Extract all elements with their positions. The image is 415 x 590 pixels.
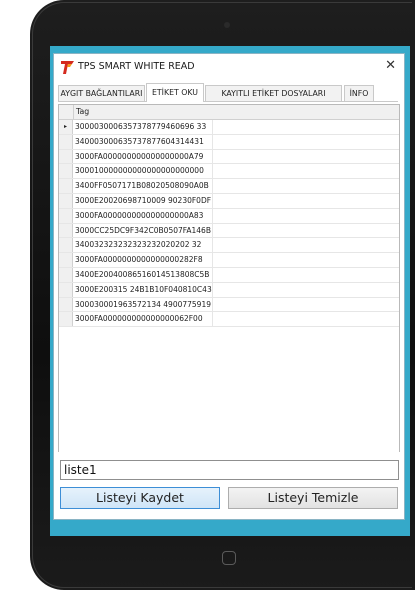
tag-cell[interactable]: 3000CC25DC9F342C0B0507FA146B [75, 224, 211, 238]
row-header[interactable] [59, 282, 73, 297]
row-header[interactable] [59, 179, 73, 193]
table-row[interactable]: 3000FA000000000000000000A79 [59, 149, 399, 165]
grid-header-row: Tag [59, 105, 399, 120]
table-row[interactable]: 3000E200315 24B1B10F040810C43 [59, 282, 399, 298]
table-row[interactable]: 300030001963572134 4900775919 [59, 297, 399, 313]
tab-bar: AYGIT BAĞLANTILARI ETİKET OKU KAYITLI ET… [58, 83, 398, 102]
tag-grid[interactable]: Tag ▸ 3000030006357378779460696 33 3400030… [58, 104, 400, 506]
tab-info[interactable]: İNFO [344, 85, 374, 101]
row-header[interactable] [59, 297, 73, 312]
clear-list-button[interactable]: Listeyi Temizle [228, 487, 398, 509]
bottom-panel: liste1 Listeyi Kaydet Listeyi Temizle [54, 452, 404, 519]
tag-cell[interactable]: 3000FA000000000000000062F00 [75, 312, 203, 326]
table-row[interactable]: 340032323232323232020202 32 [59, 238, 399, 254]
tab-etiket-oku[interactable]: ETİKET OKU [146, 83, 204, 102]
row-header[interactable] [59, 134, 73, 149]
row-header[interactable] [59, 268, 73, 282]
table-row[interactable]: 3000FA0000000000000000282F8 [59, 253, 399, 268]
window-title: TPS SMART WHITE READ [78, 61, 195, 72]
row-header[interactable] [59, 208, 73, 223]
close-icon[interactable]: ✕ [385, 58, 396, 74]
table-row[interactable]: 3000FA000000000000000062F00 [59, 312, 399, 328]
tag-cell[interactable]: 300010000000000000000000000 [75, 164, 204, 178]
tps-logo-icon [61, 61, 74, 74]
column-header-tag[interactable]: Tag [73, 105, 89, 119]
row-header[interactable] [59, 223, 73, 238]
tag-cell[interactable]: 3000FA000000000000000000A83 [75, 209, 203, 223]
save-list-button[interactable]: Listeyi Kaydet [60, 487, 220, 509]
tag-cell[interactable]: 3000FA0000000000000000282F8 [75, 253, 203, 267]
row-header[interactable] [59, 238, 73, 253]
row-header[interactable] [59, 149, 73, 164]
table-row[interactable]: 3000FA000000000000000000A83 [59, 208, 399, 224]
tag-cell[interactable]: 3400FF0507171B08020508090A0B [75, 179, 209, 193]
row-header[interactable] [59, 164, 73, 179]
tag-cell[interactable]: 3400E20040086516014513808C5B [75, 268, 209, 282]
front-camera [224, 22, 230, 28]
list-name-input[interactable]: liste1 [60, 460, 399, 480]
table-row[interactable]: 300010000000000000000000000 [59, 164, 399, 180]
row-header[interactable] [59, 253, 73, 267]
table-row[interactable]: 3000E20020698710009 90230F0DF [59, 194, 399, 209]
home-button-icon[interactable] [222, 551, 236, 565]
tag-cell[interactable]: 3000E20020698710009 90230F0DF [75, 194, 211, 208]
tag-cell[interactable]: 340003000635737877604314431 [75, 135, 204, 149]
table-row[interactable]: 3000CC25DC9F342C0B0507FA146B [59, 223, 399, 239]
row-header[interactable]: ▸ [59, 120, 73, 134]
table-row[interactable]: 3400FF0507171B08020508090A0B [59, 179, 399, 194]
tab-aygit-baglantilari[interactable]: AYGIT BAĞLANTILARI [58, 85, 145, 101]
tag-cell[interactable]: 3000E200315 24B1B10F040810C43 [75, 283, 212, 297]
tag-cell[interactable]: 3000030006357378779460696 33 [75, 120, 206, 134]
tag-cell[interactable]: 300030001963572134 4900775919 [75, 298, 211, 312]
app-window: TPS SMART WHITE READ ✕ AYGIT BAĞLANTILAR… [53, 53, 405, 520]
tag-cell[interactable]: 3000FA000000000000000000A79 [75, 150, 203, 164]
row-header[interactable] [59, 194, 73, 208]
row-header[interactable] [59, 312, 73, 327]
title-bar: TPS SMART WHITE READ ✕ [54, 54, 404, 80]
table-row[interactable]: 3400E20040086516014513808C5B [59, 268, 399, 283]
table-row[interactable]: 340003000635737877604314431 [59, 134, 399, 150]
table-row[interactable]: ▸ 3000030006357378779460696 33 [59, 120, 399, 135]
tag-cell[interactable]: 340032323232323232020202 32 [75, 238, 201, 252]
tab-kayitli-etiket-dosyalari[interactable]: KAYITLI ETİKET DOSYALARI [205, 85, 342, 101]
